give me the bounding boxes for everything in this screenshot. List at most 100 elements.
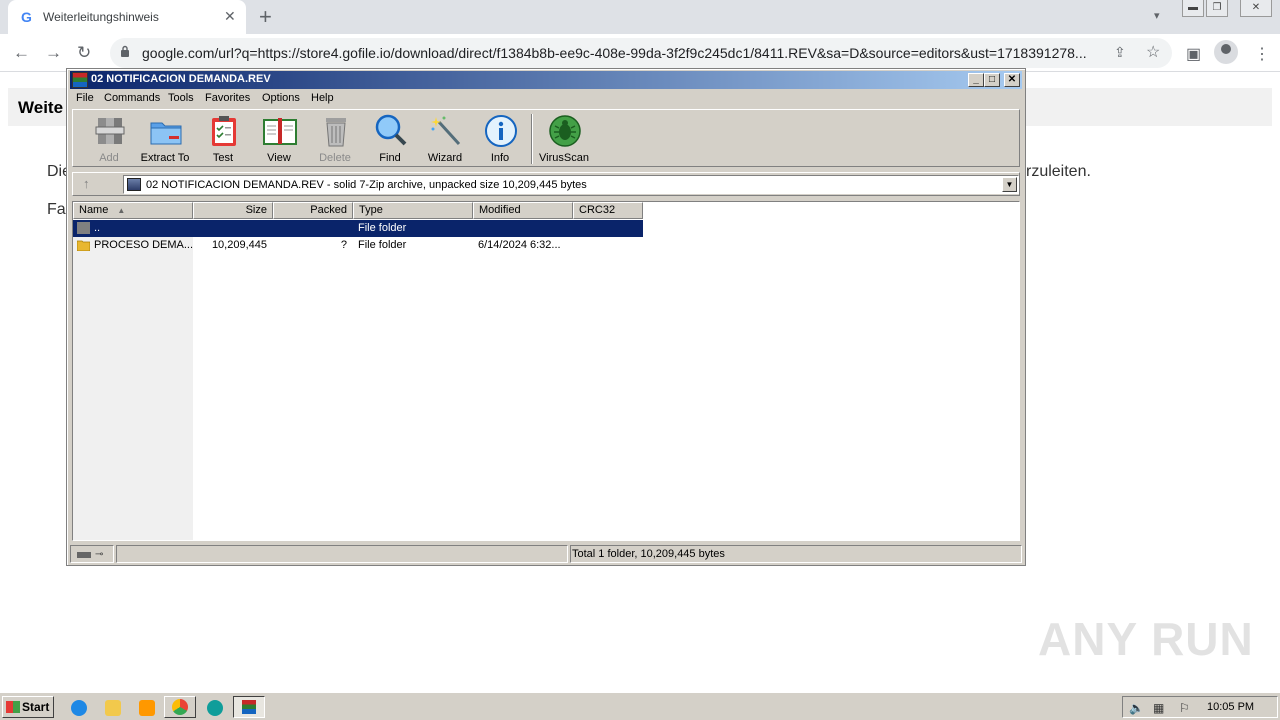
volume-icon[interactable]: 🔈 <box>1129 701 1144 715</box>
row-packed: ? <box>340 239 347 251</box>
table-row[interactable]: PROCESO DEMA... 10,209,445 ? File folder… <box>73 237 643 254</box>
winrar-app-icon <box>72 72 88 88</box>
side-panel-icon[interactable]: ▣ <box>1186 44 1201 64</box>
new-tab-icon[interactable]: + <box>259 4 272 30</box>
start-button[interactable]: Start <box>2 696 54 718</box>
maximize-icon[interactable]: □ <box>984 73 1000 87</box>
column-header-name[interactable]: Name ▲ <box>73 202 193 219</box>
close-icon[interactable]: ✕ <box>1004 73 1020 87</box>
test-button[interactable]: Test <box>195 112 251 166</box>
view-label: View <box>267 152 291 164</box>
anyrun-watermark: ANY RUN <box>1038 613 1254 665</box>
forward-arrow-icon[interactable]: → <box>45 43 62 63</box>
winrar-menubar: File Commands Tools Favorites Options He… <box>70 90 1022 108</box>
winrar-titlebar[interactable]: 02 NOTIFICACION DEMANDA.REV _ □ ✕ <box>70 71 1022 89</box>
address-bar[interactable]: google.com/url?q=https://store4.gofile.i… <box>110 38 1172 68</box>
system-tray: 🔈 ▦ ⚐ 10:05 PM <box>1122 696 1278 718</box>
bug-icon <box>549 115 581 147</box>
page-text-end: rzuleiten. <box>1026 163 1091 180</box>
archive-path-field[interactable]: 02 NOTIFICACION DEMANDA.REV - solid 7-Zi… <box>123 175 1019 194</box>
network-icon[interactable]: ▦ <box>1153 701 1164 715</box>
column-header-crc32[interactable]: CRC32 <box>573 202 643 219</box>
winrar-window: 02 NOTIFICACION DEMANDA.REV _ □ ✕ File C… <box>66 68 1026 566</box>
explorer-folder-icon[interactable] <box>105 700 121 716</box>
clock: 10:05 PM <box>1207 701 1255 713</box>
chrome-icon <box>172 699 188 715</box>
media-player-icon[interactable] <box>139 700 155 716</box>
key-icon[interactable]: ⊸ <box>95 549 103 560</box>
winrar-taskbar-button[interactable] <box>233 696 265 718</box>
folder-icon <box>77 240 90 251</box>
file-list[interactable]: Name ▲ Size Packed Type Modified CRC32 .… <box>72 201 1020 541</box>
tab-search-chevron-icon[interactable]: ▾ <box>1154 9 1160 22</box>
status-total: Total 1 folder, 10,209,445 bytes <box>570 545 1022 563</box>
extract-to-label: Extract To <box>140 152 190 164</box>
drive-icon[interactable] <box>77 552 91 558</box>
magnifier-icon <box>375 114 407 146</box>
menu-favorites[interactable]: Favorites <box>205 92 250 104</box>
extract-to-button[interactable]: Extract To <box>137 112 193 166</box>
winrar-title: 02 NOTIFICACION DEMANDA.REV <box>91 73 271 85</box>
menu-options[interactable]: Options <box>262 92 300 104</box>
windows-flag-icon <box>6 701 20 713</box>
chevron-down-icon[interactable]: ▼ <box>1002 177 1017 192</box>
view-button[interactable]: View <box>251 112 307 166</box>
chrome-taskbar-button[interactable] <box>164 696 196 718</box>
menu-help[interactable]: Help <box>311 92 334 104</box>
close-window-icon[interactable]: ✕ <box>1240 0 1272 17</box>
minimize-icon[interactable]: ▬ <box>1182 0 1204 17</box>
test-clipboard-icon <box>212 116 236 146</box>
page-text-second: Fa <box>47 201 66 218</box>
row-modified: 6/14/2024 6:32... <box>478 239 561 251</box>
parent-folder-icon <box>77 222 90 234</box>
column-header-modified[interactable]: Modified <box>473 202 573 219</box>
column-header-packed[interactable]: Packed <box>273 202 353 219</box>
share-icon[interactable]: ⇪ <box>1114 44 1126 61</box>
edge-icon[interactable] <box>207 700 223 716</box>
row-type: File folder <box>358 222 407 234</box>
winrar-icon <box>242 700 256 714</box>
toolbar-separator <box>531 114 533 164</box>
browser-tab[interactable]: G Weiterleitungshinweis ✕ <box>8 0 246 34</box>
find-button[interactable]: Find <box>362 112 418 166</box>
page-heading: Weite <box>18 98 64 117</box>
window-controls: ▬ ❐ ✕ <box>1182 0 1274 18</box>
find-label: Find <box>379 152 401 164</box>
back-arrow-icon[interactable]: ← <box>13 43 30 63</box>
delete-button[interactable]: Delete <box>307 112 363 166</box>
taskbar: Start 🔈 ▦ ⚐ 10:05 PM <box>0 692 1280 720</box>
reload-icon[interactable]: ↻ <box>77 43 91 63</box>
menu-kebab-icon[interactable]: ⋮ <box>1254 44 1270 64</box>
test-label: Test <box>212 152 234 164</box>
tab-title: Weiterleitungshinweis <box>43 10 159 24</box>
menu-tools[interactable]: Tools <box>168 92 194 104</box>
tab-close-icon[interactable]: ✕ <box>224 8 236 25</box>
chrome-toolbar: ← → ↻ google.com/url?q=https://store4.go… <box>0 34 1280 72</box>
view-book-icon <box>263 118 297 145</box>
wizard-button[interactable]: Wizard <box>417 112 473 166</box>
profile-avatar-icon[interactable] <box>1214 40 1238 64</box>
lock-icon <box>121 45 129 57</box>
menu-file[interactable]: File <box>76 92 94 104</box>
chrome-tab-strip: G Weiterleitungshinweis ✕ + ▾ ▬ ❐ ✕ <box>0 0 1280 34</box>
info-button[interactable]: Info <box>472 112 528 166</box>
restore-icon[interactable]: ❐ <box>1206 0 1228 17</box>
add-label: Add <box>99 152 119 164</box>
action-center-flag-icon[interactable]: ⚐ <box>1179 701 1190 715</box>
ie-icon[interactable] <box>71 700 87 716</box>
winrar-toolbar: Add Extract To Test View Delete Find Wiz… <box>72 109 1020 167</box>
column-header-type[interactable]: Type <box>353 202 473 219</box>
table-row[interactable]: .. File folder <box>73 220 643 237</box>
archive-path-text: 02 NOTIFICACION DEMANDA.REV - solid 7-Zi… <box>146 179 587 191</box>
wizard-label: Wizard <box>427 152 463 164</box>
menu-commands[interactable]: Commands <box>104 92 160 104</box>
wand-icon <box>431 116 461 146</box>
column-header-size[interactable]: Size <box>193 202 273 219</box>
winrar-statusbar: ⊸ Total 1 folder, 10,209,445 bytes <box>70 545 1022 564</box>
up-arrow-icon[interactable]: ↑ <box>83 176 90 191</box>
bookmark-star-icon[interactable]: ☆ <box>1146 42 1160 62</box>
minimize-icon[interactable]: _ <box>968 73 984 87</box>
add-button[interactable]: Add <box>81 112 137 166</box>
extract-folder-icon <box>150 122 182 145</box>
virusscan-button[interactable]: VirusScan <box>536 112 592 166</box>
